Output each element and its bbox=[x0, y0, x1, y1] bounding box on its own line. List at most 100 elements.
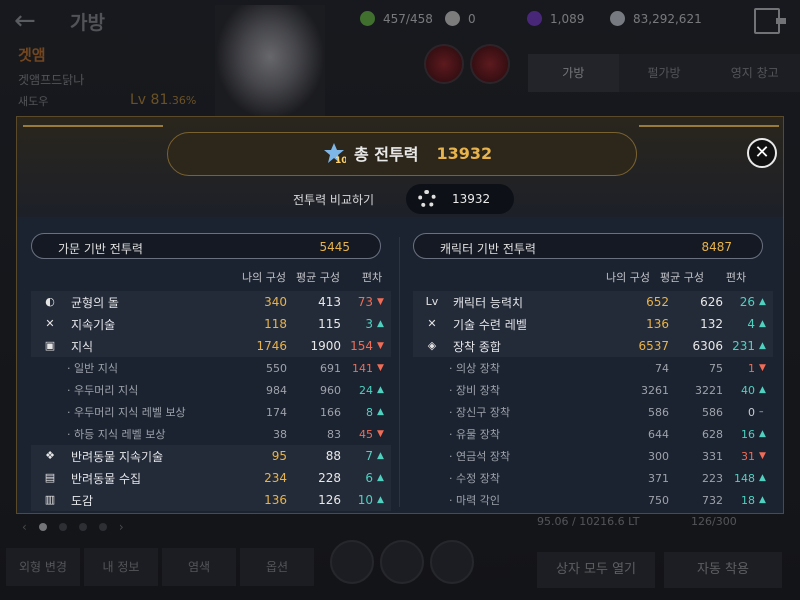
stat-label: · 연금석 장착 bbox=[449, 450, 511, 463]
codex-icon: ▥ bbox=[44, 493, 56, 506]
stat-subrow: · 하등 지식 레벨 보상 38 83 45 ▼ bbox=[31, 423, 391, 445]
stat-subrow: · 마력 각인 750 732 18 ▲ bbox=[413, 489, 773, 511]
diff-value: 26 bbox=[739, 295, 755, 309]
my-value: 652 bbox=[646, 295, 669, 309]
combat-power-icon: 10 bbox=[324, 143, 346, 165]
my-value: 118 bbox=[264, 317, 287, 331]
stat-label: · 우두머리 지식 bbox=[67, 384, 139, 397]
stat-subrow: · 연금석 장착 300 331 31 ▼ bbox=[413, 445, 773, 467]
my-value: 644 bbox=[648, 427, 669, 441]
diff-value: 31 bbox=[741, 449, 755, 463]
close-icon[interactable]: ✕ bbox=[747, 138, 777, 168]
compare-row: 전투력 비교하기 13932 bbox=[17, 181, 783, 217]
stat-subrow: · 일반 지식 550 691 141 ▼ bbox=[31, 357, 391, 379]
diff-value: 18 bbox=[741, 493, 755, 507]
panel-header: 캐릭터 기반 전투력 8487 bbox=[413, 233, 763, 259]
stat-label: 도감 bbox=[71, 493, 94, 508]
diff-value: 141 bbox=[352, 361, 373, 375]
arrow-down-icon: ▼ bbox=[377, 363, 384, 373]
stat-label: 반려동물 수집 bbox=[71, 471, 142, 486]
diff-value: 10 bbox=[357, 493, 373, 507]
my-value: 984 bbox=[266, 383, 287, 397]
diff-value: 154 bbox=[350, 339, 373, 353]
arrow-down-icon: ▼ bbox=[377, 341, 384, 351]
compare-value: 13932 bbox=[452, 192, 491, 206]
balance-stone-icon: ◐ bbox=[45, 295, 55, 308]
arrow-up-icon: ▲ bbox=[377, 473, 384, 483]
stat-subrow: · 장비 장착 3261 3221 40 ▲ bbox=[413, 379, 773, 401]
compare-button[interactable]: 13932 bbox=[406, 184, 514, 214]
stat-label: 기술 수련 레벨 bbox=[453, 317, 527, 332]
arrow-down-icon: ▼ bbox=[759, 451, 766, 461]
diff-value: 6 bbox=[365, 471, 373, 485]
combat-power-modal: 10 총 전투력 13932 ✕ 전투력 비교하기 13932 가문 기반 전투… bbox=[16, 116, 784, 514]
my-value: 136 bbox=[646, 317, 669, 331]
arrow-down-icon: ▼ bbox=[377, 429, 384, 439]
diff-value: 16 bbox=[741, 427, 755, 441]
my-value: 550 bbox=[266, 361, 287, 375]
stat-row: ❖ 반려동물 지속기술 95 88 7 ▲ bbox=[31, 445, 391, 467]
panel-divider bbox=[399, 237, 400, 507]
stat-row: ▣ 지식 1746 1900 154 ▼ bbox=[31, 335, 391, 357]
knowledge-icon: ▣ bbox=[44, 339, 56, 352]
stat-row: ▥ 도감 136 126 10 ▲ bbox=[31, 489, 391, 511]
my-value: 136 bbox=[264, 493, 287, 507]
column-headers: 나의 구성 평균 구성 편차 bbox=[237, 269, 399, 285]
diff-value: 8 bbox=[366, 405, 373, 419]
stat-row: ▤ 반려동물 수집 234 228 6 ▲ bbox=[31, 467, 391, 489]
title-wrap: 10 총 전투력 13932 bbox=[322, 141, 492, 165]
my-value: 38 bbox=[273, 427, 287, 441]
stat-label: · 의상 장착 bbox=[449, 362, 500, 375]
arrow-up-icon: ▲ bbox=[377, 319, 384, 329]
diff-value: 3 bbox=[365, 317, 373, 331]
panel-total: 8487 bbox=[701, 240, 732, 254]
diff-value: 40 bbox=[741, 383, 755, 397]
stat-rows: Lv 캐릭터 능력치 652 626 26 ▲ ✕ 기술 수련 레벨 136 132 4 ▲ ◈ 장착 종… bbox=[413, 291, 773, 511]
ornament-line bbox=[23, 125, 163, 127]
combat-power-badge: 10 bbox=[335, 156, 346, 165]
stat-label: 균형의 돌 bbox=[71, 295, 119, 310]
stat-subrow: · 의상 장착 74 75 1 ▼ bbox=[413, 357, 773, 379]
stat-row: ◐ 균형의 돌 340 413 73 ▼ bbox=[31, 291, 391, 313]
column-headers: 나의 구성 평균 구성 편차 bbox=[601, 269, 763, 285]
diff-value: 231 bbox=[732, 339, 755, 353]
col-diff: 편차 bbox=[725, 271, 747, 284]
gear-icon bbox=[418, 190, 436, 208]
pet-collection-icon: ▤ bbox=[44, 471, 56, 484]
character-power-panel: 캐릭터 기반 전투력 8487 나의 구성 평균 구성 편차 Lv 캐릭터 능력치… bbox=[413, 233, 779, 513]
col-my: 나의 구성 bbox=[242, 271, 286, 284]
modal-header: 10 총 전투력 13932 ✕ 전투력 비교하기 13932 bbox=[17, 117, 783, 217]
my-value: 586 bbox=[648, 405, 669, 419]
stat-subrow: · 수정 장착 371 223 148 ▲ bbox=[413, 467, 773, 489]
col-avg: 평균 구성 bbox=[660, 271, 704, 284]
pet-paw-icon: ❖ bbox=[45, 449, 55, 462]
diff-value: 24 bbox=[359, 383, 373, 397]
ornament-line bbox=[639, 125, 779, 127]
arrow-down-icon: ▼ bbox=[759, 363, 766, 373]
skill-train-icon: ✕ bbox=[427, 317, 437, 330]
my-value: 300 bbox=[648, 449, 669, 463]
arrow-up-icon: ▲ bbox=[377, 385, 384, 395]
stat-label: · 유물 장착 bbox=[449, 428, 500, 441]
arrow-up-icon: ▲ bbox=[759, 429, 766, 439]
panel-title: 가문 기반 전투력 bbox=[58, 242, 143, 256]
arrow-up-icon: ▲ bbox=[377, 407, 384, 417]
arrow-up-icon: ▲ bbox=[759, 495, 766, 505]
col-diff: 편차 bbox=[361, 271, 383, 284]
my-value: 95 bbox=[271, 449, 287, 463]
skill-icon: ✕ bbox=[45, 317, 55, 330]
family-power-panel: 가문 기반 전투력 5445 나의 구성 평균 구성 편차 ◐ 균형의 돌 340 4… bbox=[31, 233, 399, 513]
arrow-up-icon: ▲ bbox=[759, 341, 766, 351]
col-my: 나의 구성 bbox=[606, 271, 650, 284]
my-value: 74 bbox=[655, 361, 669, 375]
my-value: 340 bbox=[264, 295, 287, 309]
stat-label: 지속기술 bbox=[71, 317, 116, 332]
equipment-icon: ◈ bbox=[427, 339, 437, 352]
arrow-up-icon: ▲ bbox=[759, 319, 766, 329]
level-icon: Lv bbox=[425, 295, 439, 308]
panel-title: 캐릭터 기반 전투력 bbox=[440, 242, 536, 256]
compare-label: 전투력 비교하기 bbox=[293, 193, 375, 207]
stat-label: 반려동물 지속기술 bbox=[71, 449, 164, 464]
stat-label: · 하등 지식 레벨 보상 bbox=[67, 428, 166, 441]
panel-total: 5445 bbox=[319, 240, 350, 254]
